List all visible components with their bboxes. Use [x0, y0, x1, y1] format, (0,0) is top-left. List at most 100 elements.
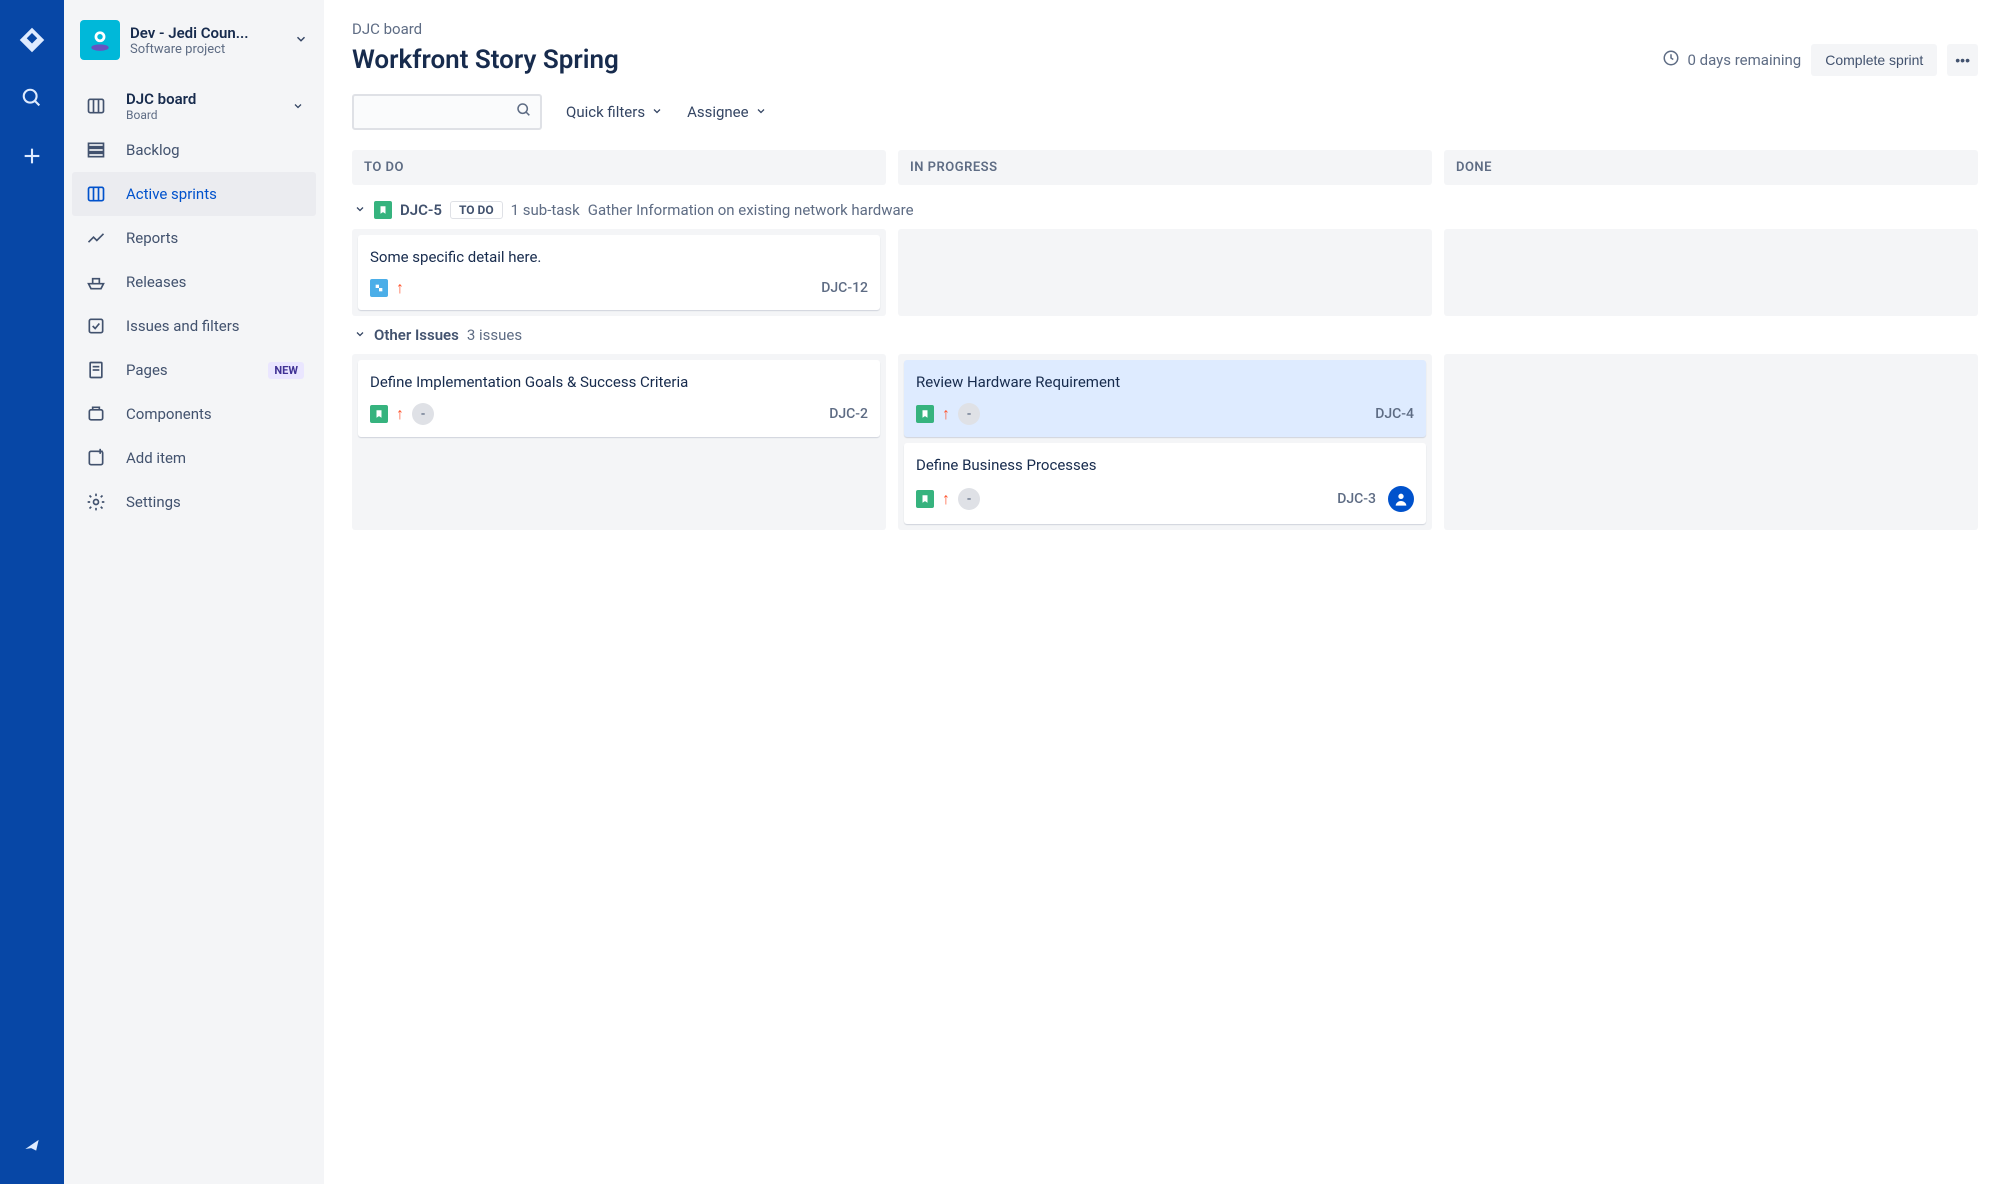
card-key: DJC-3	[1337, 491, 1376, 507]
nav-label: Pages	[126, 361, 168, 379]
column-done[interactable]	[1444, 229, 1978, 316]
subtask-icon	[370, 279, 388, 297]
column-header-todo: TO DO	[352, 150, 886, 185]
column-todo[interactable]: Define Implementation Goals & Success Cr…	[352, 354, 886, 530]
assignee-dropdown[interactable]: Assignee	[687, 103, 767, 121]
filters-icon	[84, 314, 108, 338]
quick-filters-dropdown[interactable]: Quick filters	[566, 103, 663, 121]
search-input[interactable]	[352, 94, 542, 130]
nav-label: Reports	[126, 229, 178, 247]
more-icon: •••	[1955, 52, 1970, 68]
project-avatar	[80, 20, 120, 60]
board-section-header[interactable]: DJC board Board	[72, 84, 316, 128]
nav-label: Add item	[126, 449, 186, 467]
project-name: Dev - Jedi Coun...	[130, 24, 284, 42]
swimlane-title: Other Issues	[374, 326, 459, 344]
board-section-title: DJC board	[126, 90, 292, 108]
issue-card[interactable]: Review Hardware Requirement ↑ - DJC-4	[904, 360, 1426, 437]
sidebar-item-pages[interactable]: Pages NEW	[72, 348, 316, 392]
card-key: DJC-2	[829, 406, 868, 422]
nav-label: Releases	[126, 273, 186, 291]
sidebar-item-active-sprints[interactable]: Active sprints	[72, 172, 316, 216]
card-key: DJC-4	[1375, 406, 1414, 422]
card-key: DJC-12	[821, 280, 868, 296]
clock-icon	[1662, 49, 1680, 71]
chevron-down-icon[interactable]	[354, 326, 366, 344]
sidebar-item-add[interactable]: Add item	[72, 436, 316, 480]
chevron-down-icon	[292, 97, 304, 116]
column-inprogress[interactable]: Review Hardware Requirement ↑ - DJC-4 De…	[898, 354, 1432, 530]
subtask-count: 1 sub-task	[511, 201, 580, 219]
chevron-down-icon[interactable]	[354, 201, 366, 219]
board-icon	[84, 94, 108, 118]
project-sidebar: Dev - Jedi Coun... Software project DJC …	[64, 0, 324, 1184]
sidebar-item-reports[interactable]: Reports	[72, 216, 316, 260]
project-type: Software project	[130, 42, 284, 57]
create-icon[interactable]	[12, 136, 52, 176]
backlog-icon	[84, 138, 108, 162]
swimlane-key: DJC-5	[400, 201, 442, 219]
card-title: Define Implementation Goals & Success Cr…	[370, 372, 868, 393]
story-icon	[916, 405, 934, 423]
column-todo[interactable]: Some specific detail here. ↑ DJC-12	[352, 229, 886, 316]
add-icon	[84, 446, 108, 470]
swimlane-header[interactable]: Other Issues 3 issues	[352, 316, 1978, 354]
nav-label: Settings	[126, 493, 181, 511]
project-switcher[interactable]: Dev - Jedi Coun... Software project	[64, 20, 324, 84]
page-icon	[84, 358, 108, 382]
sidebar-item-releases[interactable]: Releases	[72, 260, 316, 304]
search-icon[interactable]	[12, 78, 52, 118]
jira-logo-icon[interactable]	[12, 20, 52, 60]
story-icon	[916, 490, 934, 508]
column-inprogress[interactable]	[898, 229, 1432, 316]
more-actions-button[interactable]: •••	[1947, 44, 1978, 76]
complete-sprint-button[interactable]: Complete sprint	[1811, 44, 1937, 76]
chevron-down-icon	[294, 31, 308, 50]
sidebar-item-components[interactable]: Components	[72, 392, 316, 436]
unassigned-badge: -	[412, 403, 434, 425]
reports-icon	[84, 226, 108, 250]
issue-card[interactable]: Define Implementation Goals & Success Cr…	[358, 360, 880, 437]
swimlane-header[interactable]: DJC-5 TO DO 1 sub-task Gather Informatio…	[352, 191, 1978, 229]
sidebar-item-backlog[interactable]: Backlog	[72, 128, 316, 172]
assignee-avatar	[1388, 486, 1414, 512]
search-icon	[516, 102, 532, 122]
story-icon	[370, 405, 388, 423]
new-badge: NEW	[268, 362, 304, 379]
ship-icon	[84, 270, 108, 294]
board-section-subtitle: Board	[126, 108, 292, 122]
gear-icon	[84, 490, 108, 514]
page-title: Workfront Story Spring	[352, 45, 619, 75]
priority-major-icon: ↑	[396, 278, 404, 298]
issue-card[interactable]: Define Business Processes ↑ - DJC-3	[904, 443, 1426, 524]
breadcrumb[interactable]: DJC board	[352, 20, 1978, 38]
nav-label: Active sprints	[126, 185, 217, 203]
global-nav-rail	[0, 0, 64, 1184]
days-remaining: 0 days remaining	[1662, 49, 1802, 71]
nav-label: Components	[126, 405, 212, 423]
board-icon	[84, 182, 108, 206]
column-header-done: DONE	[1444, 150, 1978, 185]
column-header-inprogress: IN PROGRESS	[898, 150, 1432, 185]
main-content: DJC board Workfront Story Spring 0 days …	[324, 0, 2006, 1184]
sidebar-item-issues[interactable]: Issues and filters	[72, 304, 316, 348]
swimlane-title: Gather Information on existing network h…	[588, 201, 914, 219]
chevron-down-icon	[651, 103, 663, 121]
card-title: Review Hardware Requirement	[916, 372, 1414, 393]
notifications-icon[interactable]	[12, 1124, 52, 1164]
priority-major-icon: ↑	[942, 404, 950, 424]
issue-count: 3 issues	[467, 326, 522, 344]
status-pill: TO DO	[450, 201, 503, 219]
story-icon	[374, 201, 392, 219]
sidebar-item-settings[interactable]: Settings	[72, 480, 316, 524]
unassigned-badge: -	[958, 403, 980, 425]
column-done[interactable]	[1444, 354, 1978, 530]
priority-major-icon: ↑	[942, 489, 950, 509]
nav-label: Issues and filters	[126, 317, 240, 335]
priority-major-icon: ↑	[396, 404, 404, 424]
card-title: Define Business Processes	[916, 455, 1414, 476]
unassigned-badge: -	[958, 488, 980, 510]
issue-card[interactable]: Some specific detail here. ↑ DJC-12	[358, 235, 880, 310]
nav-label: Backlog	[126, 141, 180, 159]
component-icon	[84, 402, 108, 426]
